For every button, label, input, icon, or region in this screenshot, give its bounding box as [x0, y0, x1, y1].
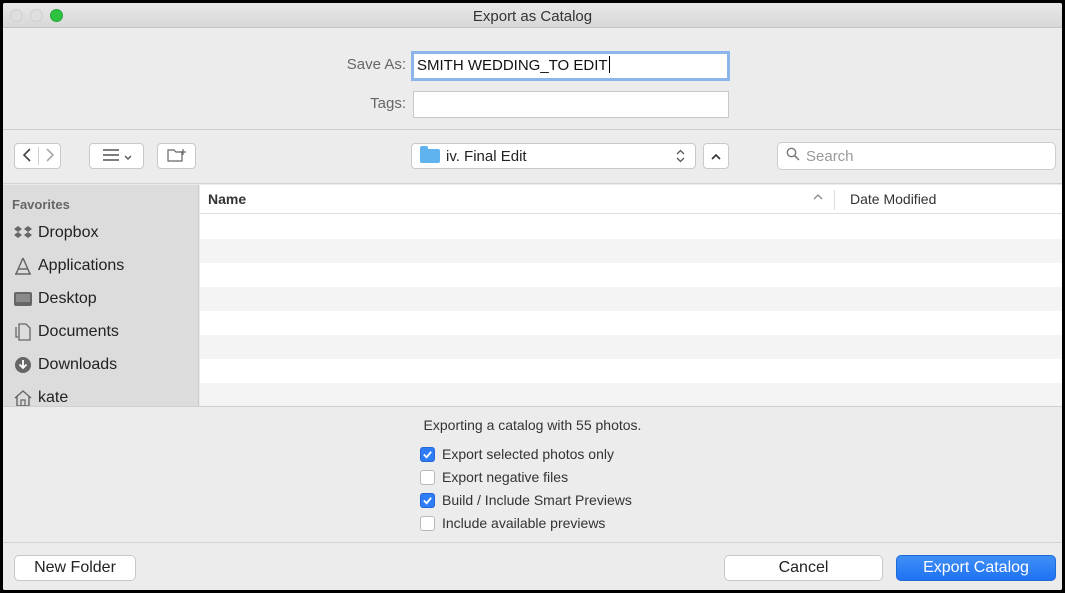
table-row: [200, 263, 1062, 287]
sidebar-item-label: Desktop: [38, 290, 97, 307]
checkbox-label: Export selected photos only: [442, 446, 614, 462]
column-header-date-modified[interactable]: Date Modified: [850, 191, 936, 207]
table-row: [200, 287, 1062, 311]
back-forward-control: [14, 143, 61, 169]
file-list-header: Name Date Modified: [200, 185, 1062, 214]
checkbox-available-previews[interactable]: Include available previews: [420, 515, 605, 531]
column-header-name[interactable]: Name: [208, 191, 246, 207]
export-catalog-button[interactable]: Export Catalog: [896, 555, 1056, 581]
new-folder-icon: [166, 148, 187, 165]
table-row: [200, 335, 1062, 359]
downloads-icon: [12, 355, 34, 375]
export-options: Exporting a catalog with 55 photos. Expo…: [3, 406, 1062, 543]
chevron-up-icon: [711, 148, 721, 164]
location-popup[interactable]: iv. Final Edit: [411, 143, 696, 169]
save-as-value: SMITH WEDDING_TO EDIT: [417, 57, 608, 74]
home-icon: [12, 388, 34, 408]
updown-chevron-icon: [676, 148, 685, 168]
location-label: iv. Final Edit: [446, 147, 527, 165]
tags-label: Tags:: [370, 95, 406, 112]
window-title: Export as Catalog: [472, 8, 593, 25]
cancel-button[interactable]: Cancel: [724, 555, 883, 581]
sidebar-item-applications[interactable]: Applications: [12, 252, 124, 280]
sidebar-item-label: Downloads: [38, 356, 118, 373]
table-row: [200, 359, 1062, 383]
dropbox-icon: [12, 223, 34, 243]
save-as-field[interactable]: SMITH WEDDING_TO EDIT: [411, 51, 730, 81]
applications-icon: [12, 256, 34, 276]
sidebar: Favorites Dropbox Applications Desktop D…: [3, 185, 199, 408]
documents-icon: [12, 322, 34, 342]
sort-ascending-icon: [813, 190, 823, 204]
view-options-button[interactable]: [89, 143, 144, 169]
file-list[interactable]: Name Date Modified: [200, 185, 1062, 406]
checkbox-smart-previews[interactable]: Build / Include Smart Previews: [420, 492, 632, 508]
favorites-heading: Favorites: [12, 197, 70, 212]
chevron-left-icon[interactable]: [20, 147, 34, 166]
chevron-down-icon: [124, 148, 132, 164]
sidebar-item-label: Dropbox: [38, 224, 99, 241]
checkbox-export-negative-files[interactable]: Export negative files: [420, 469, 568, 485]
table-row: [200, 215, 1062, 239]
toolbar: iv. Final Edit Search: [3, 131, 1062, 184]
checkbox-checked-icon[interactable]: [420, 492, 435, 508]
sidebar-item-label: kate: [38, 389, 69, 406]
checkbox-label: Export negative files: [442, 469, 569, 485]
table-row: [200, 311, 1062, 335]
checkbox-checked-icon[interactable]: [420, 446, 435, 462]
search-field[interactable]: Search: [777, 142, 1056, 170]
chevron-right-icon[interactable]: [43, 147, 57, 166]
new-folder-button[interactable]: New Folder: [14, 555, 136, 581]
dialog-footer: New Folder Cancel Export Catalog: [3, 544, 1062, 590]
column-divider[interactable]: [834, 190, 835, 210]
sidebar-item-downloads[interactable]: Downloads: [12, 351, 117, 379]
table-row: [200, 239, 1062, 263]
folder-icon: [420, 146, 440, 163]
export-summary: Exporting a catalog with 55 photos.: [423, 417, 642, 433]
sidebar-item-desktop[interactable]: Desktop: [12, 285, 97, 313]
sidebar-item-label: Applications: [38, 257, 125, 274]
title-bar: Export as Catalog: [3, 3, 1062, 28]
collapse-button[interactable]: [703, 143, 729, 169]
tags-field[interactable]: [413, 91, 729, 118]
search-placeholder: Search: [806, 147, 854, 165]
checkbox-unchecked-icon[interactable]: [420, 469, 435, 485]
table-row: [200, 383, 1062, 406]
list-view-icon: [102, 148, 120, 164]
search-icon: [786, 147, 800, 165]
checkbox-label: Build / Include Smart Previews: [442, 492, 632, 508]
export-catalog-dialog: Export as Catalog Save As: SMITH WEDDING…: [3, 3, 1062, 590]
save-as-label: Save As:: [346, 56, 406, 73]
new-folder-toolbar-button[interactable]: [157, 143, 196, 169]
checkbox-unchecked-icon[interactable]: [420, 515, 435, 531]
segment-divider: [38, 147, 39, 165]
desktop-icon: [12, 289, 34, 309]
checkbox-label: Include available previews: [442, 515, 606, 531]
sidebar-item-label: Documents: [38, 323, 119, 340]
text-caret: [608, 56, 610, 73]
sidebar-item-dropbox[interactable]: Dropbox: [12, 219, 98, 247]
sidebar-item-documents[interactable]: Documents: [12, 318, 119, 346]
checkbox-export-selected-only[interactable]: Export selected photos only: [420, 446, 614, 462]
save-area: Save As: SMITH WEDDING_TO EDIT Tags:: [3, 29, 1062, 130]
